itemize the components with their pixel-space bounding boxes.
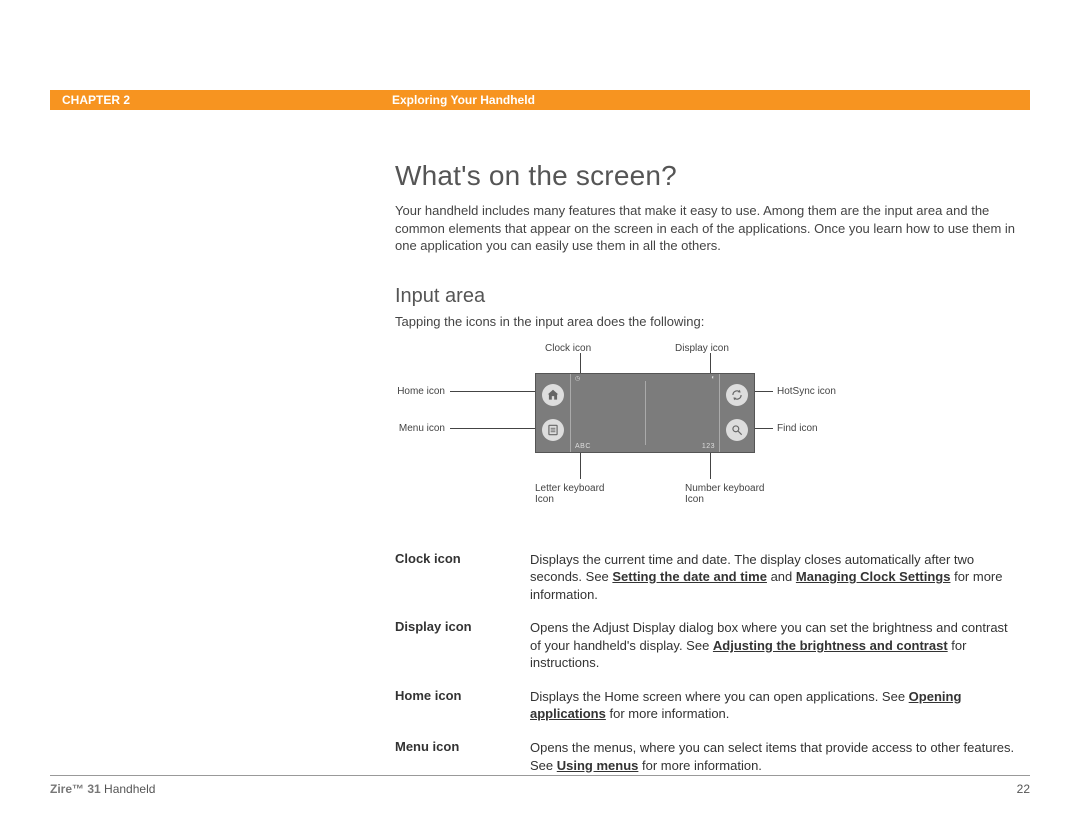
intro-paragraph: Your handheld includes many features tha… — [395, 202, 1020, 255]
page-content: What's on the screen? Your handheld incl… — [395, 160, 1020, 790]
link-setting-date-time[interactable]: Setting the date and time — [612, 569, 767, 584]
clock-label: Clock icon — [545, 343, 591, 354]
hotsync-label: HotSync icon — [777, 386, 836, 397]
find-icon — [726, 419, 748, 441]
icon-definitions: Clock icon Displays the current time and… — [395, 551, 1020, 774]
home-icon — [542, 384, 564, 406]
number-keyboard-icon: 123 — [702, 443, 715, 450]
menu-label: Menu icon — [395, 423, 445, 434]
home-label: Home icon — [395, 386, 445, 397]
hotsync-icon — [726, 384, 748, 406]
letter-keyboard-icon: ABC — [575, 443, 591, 450]
display-icon: ◐ — [711, 375, 715, 381]
input-area-graphic: ◷ ◐ ABC 123 — [535, 373, 755, 453]
chapter-label: CHAPTER 2 — [50, 93, 392, 107]
clock-icon: ◷ — [575, 375, 580, 382]
def-display: Display icon Opens the Adjust Display di… — [395, 619, 1020, 672]
def-home: Home icon Displays the Home screen where… — [395, 688, 1020, 723]
page-heading: What's on the screen? — [395, 160, 1020, 192]
link-adjusting-brightness[interactable]: Adjusting the brightness and contrast — [713, 638, 948, 653]
product-name: Zire™ 31 Handheld — [50, 782, 155, 796]
section-subtext: Tapping the icons in the input area does… — [395, 314, 1020, 329]
chapter-title: Exploring Your Handheld — [392, 93, 535, 107]
menu-icon — [542, 419, 564, 441]
page-number: 22 — [1017, 782, 1030, 796]
letter-kb-label: Letter keyboardIcon — [535, 483, 605, 505]
section-heading: Input area — [395, 285, 1020, 308]
def-menu: Menu icon Opens the menus, where you can… — [395, 739, 1020, 774]
def-clock: Clock icon Displays the current time and… — [395, 551, 1020, 604]
find-label: Find icon — [777, 423, 818, 434]
input-area-diagram: Clock icon Display icon Home icon Menu i… — [395, 343, 1020, 533]
number-kb-label: Number keyboardIcon — [685, 483, 764, 505]
chapter-header: CHAPTER 2 Exploring Your Handheld — [50, 90, 1030, 110]
link-managing-clock[interactable]: Managing Clock Settings — [796, 569, 951, 584]
link-using-menus[interactable]: Using menus — [557, 758, 639, 773]
display-label: Display icon — [675, 343, 729, 354]
page-footer: Zire™ 31 Handheld 22 — [50, 775, 1030, 796]
